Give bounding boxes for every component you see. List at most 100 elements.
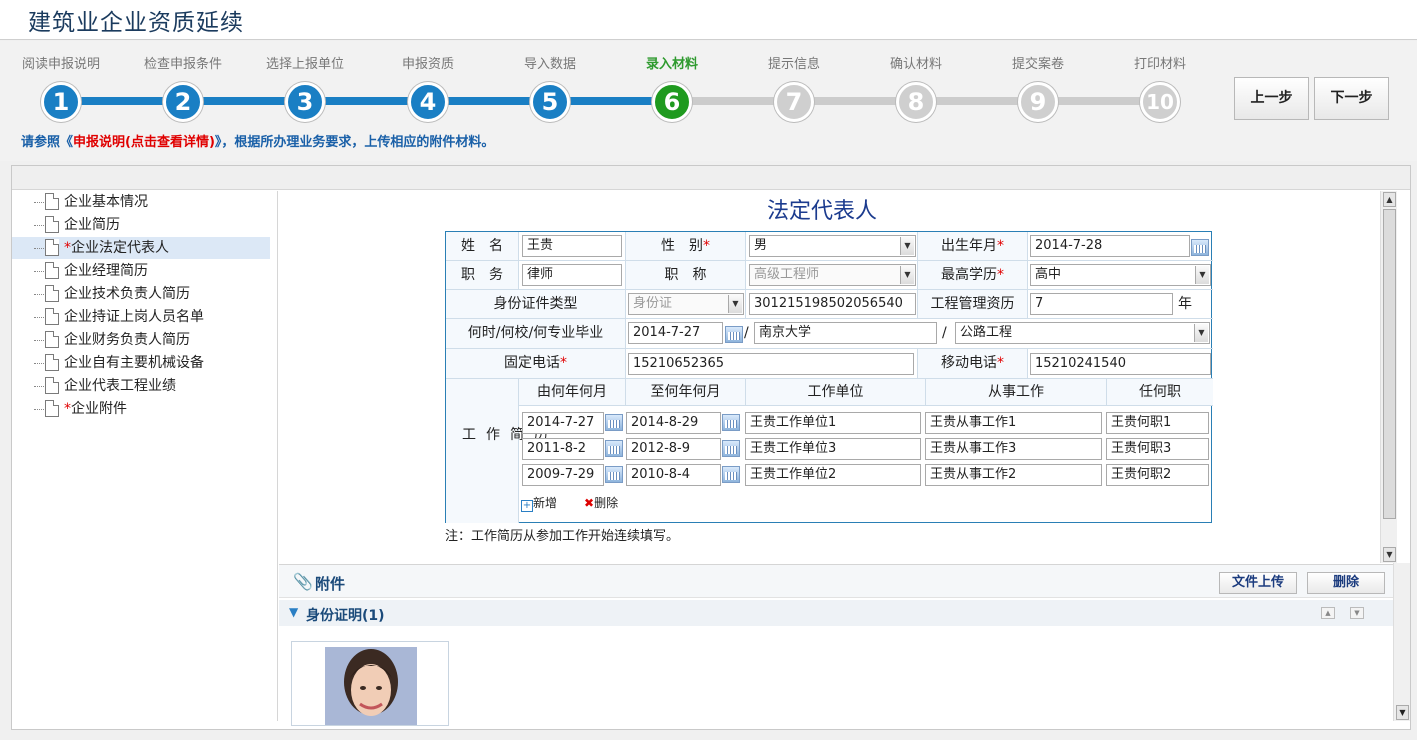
mobile-field[interactable]: 15210241540 [1030, 353, 1211, 375]
paperclip-icon: 📎 [293, 572, 313, 591]
table-row: 2009-7-29 2010-8-4 王贵工作单位2 王贵从事工作2 王贵何职2 [519, 461, 1213, 486]
tree-item-projects[interactable]: 企业代表工程业绩 [12, 375, 270, 397]
work-field[interactable]: 王贵从事工作1 [925, 412, 1102, 434]
form-scrollbar[interactable]: ▲ ▼ [1380, 191, 1397, 563]
delete-row-button[interactable]: ✖删除 [584, 494, 618, 511]
post-field[interactable]: 王贵何职2 [1106, 464, 1209, 486]
work-unit-field[interactable]: 王贵工作单位3 [745, 438, 921, 460]
calendar-icon[interactable] [605, 440, 623, 457]
step-label-1[interactable]: 阅读申报说明 [6, 53, 116, 72]
step-label-2[interactable]: 检查申报条件 [128, 53, 238, 72]
document-icon [45, 331, 59, 348]
calendar-icon[interactable] [605, 414, 623, 431]
step-circle-2[interactable]: 2 [163, 82, 203, 122]
step-label-4[interactable]: 申报资质 [373, 53, 483, 72]
chevron-down-icon: ▼ [1194, 324, 1208, 342]
gender-cell: 男 ▼ [746, 232, 918, 261]
id-photo-thumbnail[interactable] [291, 641, 449, 726]
post-field[interactable]: 王贵何职3 [1106, 438, 1209, 460]
step-label-3[interactable]: 选择上报单位 [250, 53, 360, 72]
move-down-icon[interactable]: ▼ [1350, 607, 1364, 619]
mgmt-years-field[interactable]: 7 [1030, 293, 1173, 315]
attachment-group-header[interactable]: ▼ 身份证明(1) ▲ ▼ [279, 600, 1394, 626]
from-date-field[interactable]: 2014-7-27 [522, 412, 604, 434]
phone-field[interactable]: 15210652365 [628, 353, 914, 375]
edu-value: 高中 [1035, 267, 1062, 282]
add-row-button[interactable]: + 新增 [521, 494, 557, 512]
attachments-scrollbar[interactable]: ▼ [1393, 563, 1410, 721]
to-date-field[interactable]: 2012-8-9 [626, 438, 721, 460]
edu-select[interactable]: 高中 ▼ [1030, 264, 1211, 286]
scroll-up-icon[interactable]: ▲ [1383, 192, 1396, 207]
grad-date-field[interactable]: 2014-7-27 [628, 322, 723, 344]
mgmt-cell: 7年 [1028, 290, 1213, 319]
gender-label-cell: 性 别* [626, 232, 746, 261]
from-date-field[interactable]: 2011-8-2 [522, 438, 604, 460]
next-step-button[interactable]: 下一步 [1314, 77, 1389, 120]
app-title: 建筑业企业资质延续 [28, 10, 244, 36]
collapse-triangle-icon[interactable]: ▼ [289, 605, 298, 619]
tree-item-company-history[interactable]: 企业简历 [12, 214, 270, 236]
add-label: 新增 [533, 496, 558, 510]
step-label-7: 提示信息 [767, 57, 820, 72]
to-date-field[interactable]: 2014-8-29 [626, 412, 721, 434]
chevron-down-icon: ▼ [900, 266, 914, 284]
step-circle-3[interactable]: 3 [285, 82, 325, 122]
tree-item-manager-resume[interactable]: 企业经理简历 [12, 260, 270, 282]
id-number-field[interactable]: 301215198502056540 [749, 293, 916, 315]
scroll-down-icon[interactable]: ▼ [1396, 705, 1409, 720]
work-field[interactable]: 王贵从事工作2 [925, 464, 1102, 486]
calendar-icon[interactable] [605, 466, 623, 483]
step-circle-4[interactable]: 4 [408, 82, 448, 122]
job-title-select: 高级工程师 ▼ [749, 264, 916, 286]
progress-track-done [62, 97, 672, 105]
grad-major-select[interactable]: 公路工程 ▼ [955, 322, 1210, 344]
name-field[interactable]: 王贵 [522, 235, 622, 257]
birth-date-field[interactable]: 2014-7-28 [1030, 235, 1190, 257]
step-circle-6[interactable]: 6 [652, 82, 692, 122]
work-field[interactable]: 王贵从事工作3 [925, 438, 1102, 460]
tree-item-tech-lead-resume[interactable]: 企业技术负责人简历 [12, 283, 270, 305]
birth-label: 出生年月 [941, 238, 997, 254]
chevron-down-icon: ▼ [728, 295, 742, 313]
move-up-icon[interactable]: ▲ [1321, 607, 1335, 619]
tree-item-machinery[interactable]: 企业自有主要机械设备 [12, 352, 270, 374]
from-date-field[interactable]: 2009-7-29 [522, 464, 604, 486]
duty-field[interactable]: 律师 [522, 264, 622, 286]
tree-item-legal-rep[interactable]: *企业法定代表人 [12, 237, 270, 259]
required-mark: * [997, 238, 1004, 254]
tree-item-basic-info[interactable]: 企业基本情况 [12, 191, 270, 213]
gender-label: 性 别 [661, 238, 703, 254]
calendar-icon[interactable] [722, 440, 740, 457]
step-circle-1[interactable]: 1 [41, 82, 81, 122]
to-date-field[interactable]: 2010-8-4 [626, 464, 721, 486]
gender-select[interactable]: 男 ▼ [749, 235, 916, 257]
scroll-down-icon[interactable]: ▼ [1383, 547, 1396, 562]
delete-file-button[interactable]: 删除 [1307, 572, 1385, 594]
calendar-icon[interactable] [725, 326, 743, 343]
work-unit-field[interactable]: 王贵工作单位2 [745, 464, 921, 486]
hint-prefix: 请参照《 [21, 135, 74, 150]
work-unit-field[interactable]: 王贵工作单位1 [745, 412, 921, 434]
document-icon [45, 239, 59, 256]
duty-cell: 律师 [519, 261, 626, 290]
calendar-icon[interactable] [722, 466, 740, 483]
post-field[interactable]: 王贵何职1 [1106, 412, 1209, 434]
step-label-5[interactable]: 导入数据 [495, 53, 605, 72]
declaration-link[interactable]: 申报说明(点击查看详情) [73, 135, 215, 150]
document-icon [45, 308, 59, 325]
tree-item-certified-staff[interactable]: 企业持证上岗人员名单 [12, 306, 270, 328]
upload-file-button[interactable]: 文件上传 [1219, 572, 1297, 594]
step-circle-5[interactable]: 5 [530, 82, 570, 122]
mgmt-label: 工程管理资历 [918, 290, 1028, 319]
prev-step-button[interactable]: 上一步 [1234, 77, 1309, 120]
job-title-cell: 高级工程师 ▼ [746, 261, 918, 290]
calendar-icon[interactable] [1191, 239, 1209, 256]
tree-item-finance-resume[interactable]: 企业财务负责人简历 [12, 329, 270, 351]
calendar-icon[interactable] [722, 414, 740, 431]
tree-item-attachments[interactable]: *企业附件 [12, 398, 270, 420]
scroll-thumb[interactable] [1383, 209, 1396, 519]
grad-school-field[interactable]: 南京大学 [754, 322, 937, 344]
grad-major-value: 公路工程 [960, 325, 1013, 340]
step-label-6[interactable]: 录入材料 [617, 53, 727, 72]
